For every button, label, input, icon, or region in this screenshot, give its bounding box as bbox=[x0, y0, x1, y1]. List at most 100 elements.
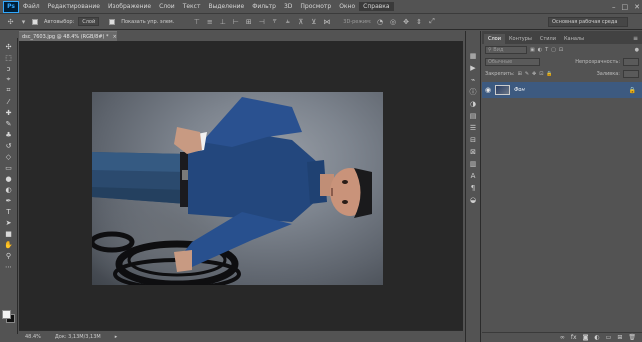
align-right-icon[interactable]: ⊣ bbox=[257, 17, 266, 26]
dodge-tool-icon[interactable]: ◐ bbox=[3, 185, 15, 194]
move-tool-icon[interactable]: ✣ bbox=[3, 42, 15, 51]
paragraph-icon[interactable]: ¶ bbox=[468, 183, 478, 192]
libraries-icon[interactable]: ▥ bbox=[468, 159, 478, 168]
brush-tool-icon[interactable]: ✎ bbox=[3, 119, 15, 128]
lock-paint-icon[interactable]: ✎ bbox=[525, 71, 529, 77]
fill-field[interactable] bbox=[623, 70, 639, 78]
eyedropper-tool-icon[interactable]: ⁄ bbox=[3, 97, 15, 106]
pen-tool-icon[interactable]: ✒ bbox=[3, 196, 15, 205]
eye-icon[interactable]: ◉ bbox=[485, 86, 491, 94]
foreground-color-swatch[interactable] bbox=[2, 310, 11, 319]
hand-tool-icon[interactable]: ✋ bbox=[3, 240, 15, 249]
orbit-3d-icon[interactable]: ◔ bbox=[376, 17, 385, 26]
auto-select-dropdown[interactable]: Слой bbox=[78, 17, 100, 26]
lock-artboard-icon[interactable]: ⊡ bbox=[539, 71, 543, 77]
kind-filter-dropdown[interactable]: ⚲ Вид bbox=[485, 46, 527, 54]
scale-3d-icon[interactable]: ⤢ bbox=[428, 17, 437, 26]
menu-window[interactable]: Окно bbox=[335, 2, 359, 11]
lasso-tool-icon[interactable]: ↄ bbox=[3, 64, 15, 73]
document-image[interactable] bbox=[92, 92, 383, 285]
panel-menu-icon[interactable]: ≡ bbox=[629, 33, 642, 44]
history-icon[interactable]: ▦ bbox=[468, 51, 478, 60]
distribute-right-icon[interactable]: ⋈ bbox=[322, 17, 331, 26]
quick-select-tool-icon[interactable]: ⌖ bbox=[3, 75, 15, 84]
path-select-tool-icon[interactable]: ➤ bbox=[3, 218, 15, 227]
filter-toggle-icon[interactable]: ● bbox=[635, 47, 639, 53]
tab-paths[interactable]: Контуры bbox=[505, 34, 536, 44]
workspace-dropdown[interactable]: Основная рабочая среда bbox=[548, 17, 628, 27]
show-controls-checkbox[interactable] bbox=[109, 18, 116, 25]
move-tool-icon[interactable]: ✣ bbox=[6, 17, 15, 26]
type-tool-icon[interactable]: T bbox=[3, 207, 15, 216]
character-icon[interactable]: A bbox=[468, 171, 478, 180]
healing-brush-tool-icon[interactable]: ✚ bbox=[3, 108, 15, 117]
pan-3d-icon[interactable]: ✥ bbox=[402, 17, 411, 26]
adjustments-icon[interactable]: ☰ bbox=[468, 123, 478, 132]
crop-tool-icon[interactable]: ⌗ bbox=[3, 86, 15, 95]
chevron-right-icon[interactable]: ▸ bbox=[115, 334, 118, 340]
adjustment-layer-icon[interactable]: ◐ bbox=[594, 334, 599, 341]
marquee-tool-icon[interactable]: ⬚ bbox=[3, 53, 15, 62]
zoom-tool-icon[interactable]: ⚲ bbox=[3, 251, 15, 260]
maximize-button[interactable]: □ bbox=[622, 3, 629, 11]
menu-view[interactable]: Просмотр bbox=[296, 2, 335, 11]
distribute-left-icon[interactable]: ⊻ bbox=[309, 17, 318, 26]
slide-3d-icon[interactable]: ⇕ bbox=[415, 17, 424, 26]
tab-channels[interactable]: Каналы bbox=[560, 34, 588, 44]
add-mask-icon[interactable]: ◙ bbox=[583, 334, 589, 341]
filter-adjust-icon[interactable]: ◐ bbox=[538, 47, 542, 53]
tab-styles[interactable]: Стили bbox=[536, 34, 560, 44]
blur-tool-icon[interactable]: ● bbox=[3, 174, 15, 183]
swatches-icon[interactable]: ▤ bbox=[468, 111, 478, 120]
distribute-middle-icon[interactable]: ⫨ bbox=[283, 17, 292, 26]
eraser-tool-icon[interactable]: ◇ bbox=[3, 152, 15, 161]
minimize-button[interactable]: – bbox=[612, 3, 616, 11]
auto-select-checkbox[interactable] bbox=[32, 18, 38, 25]
menu-filter[interactable]: Фильтр bbox=[248, 2, 280, 11]
menu-type[interactable]: Текст bbox=[179, 2, 205, 11]
styles-icon[interactable]: ⊟ bbox=[468, 135, 478, 144]
gradient-tool-icon[interactable]: ▭ bbox=[3, 163, 15, 172]
actions-icon[interactable]: ▶ bbox=[468, 63, 478, 72]
layer-row[interactable]: ◉ Фон 🔒 bbox=[482, 82, 642, 98]
history-brush-tool-icon[interactable]: ↺ bbox=[3, 141, 15, 150]
align-top-icon[interactable]: ⊤ bbox=[192, 17, 201, 26]
align-center-icon[interactable]: ⊞ bbox=[244, 17, 253, 26]
lock-move-icon[interactable]: ✥ bbox=[532, 71, 536, 77]
timeline-icon[interactable]: ◒ bbox=[468, 195, 478, 204]
filter-smart-icon[interactable]: ⊡ bbox=[559, 47, 563, 53]
align-middle-icon[interactable]: ≡ bbox=[205, 17, 214, 26]
menu-edit[interactable]: Редактирование bbox=[44, 2, 104, 11]
zoom-level[interactable]: 48.4% bbox=[25, 334, 41, 340]
color-icon[interactable]: ◑ bbox=[468, 99, 478, 108]
info-icon[interactable]: ⓘ bbox=[468, 87, 478, 96]
brush-settings-icon[interactable]: ⌁ bbox=[468, 75, 478, 84]
distribute-top-icon[interactable]: ⫧ bbox=[270, 17, 279, 26]
distribute-bottom-icon[interactable]: ⊼ bbox=[296, 17, 305, 26]
fx-icon[interactable]: fx bbox=[571, 334, 577, 341]
chevron-down-icon[interactable]: ▾ bbox=[19, 17, 28, 26]
delete-layer-icon[interactable]: 🗑 bbox=[628, 334, 636, 341]
lock-all-icon[interactable]: 🔒 bbox=[546, 71, 552, 77]
link-layers-icon[interactable]: ∞ bbox=[560, 334, 565, 341]
new-layer-icon[interactable]: ⊞ bbox=[617, 334, 622, 341]
filter-shape-icon[interactable]: ▢ bbox=[551, 47, 556, 53]
lock-pixels-icon[interactable]: ⊞ bbox=[518, 71, 522, 77]
filter-pixel-icon[interactable]: ▣ bbox=[530, 47, 535, 53]
close-window-button[interactable]: ✕ bbox=[634, 3, 640, 11]
opacity-field[interactable] bbox=[623, 58, 639, 66]
clone-stamp-tool-icon[interactable]: ♣ bbox=[3, 130, 15, 139]
document-tab[interactable]: dsc_7603.jpg @ 48.4% (RGB/8#) * × bbox=[19, 31, 117, 41]
filter-type-icon[interactable]: T bbox=[545, 47, 548, 53]
more-tools-icon[interactable]: ⋯ bbox=[3, 262, 15, 271]
menu-image[interactable]: Изображение bbox=[104, 2, 155, 11]
rectangle-tool-icon[interactable]: ■ bbox=[3, 229, 15, 238]
align-bottom-icon[interactable]: ⊥ bbox=[218, 17, 227, 26]
menu-layers[interactable]: Слои bbox=[155, 2, 179, 11]
menu-file[interactable]: Файл bbox=[19, 2, 44, 11]
menu-select[interactable]: Выделение bbox=[204, 2, 248, 11]
properties-icon[interactable]: ⊠ bbox=[468, 147, 478, 156]
close-tab-icon[interactable]: × bbox=[113, 34, 117, 40]
menu-help[interactable]: Справка bbox=[359, 2, 394, 11]
blend-mode-dropdown[interactable]: Обычные bbox=[485, 58, 540, 66]
